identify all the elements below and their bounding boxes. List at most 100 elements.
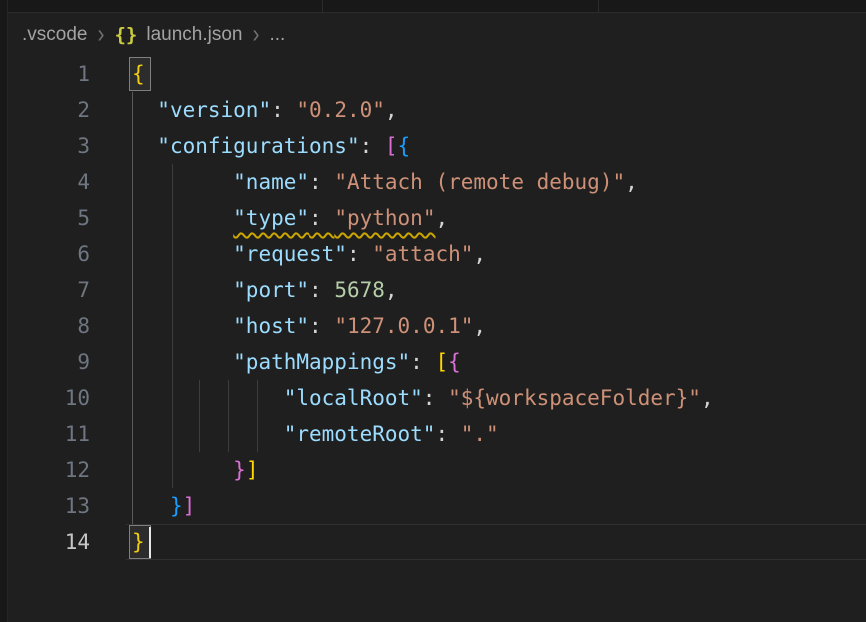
line-number[interactable]: 11 — [8, 416, 90, 452]
token — [132, 314, 233, 338]
code-line[interactable]: 8 "host": "127.0.0.1", — [0, 308, 866, 344]
code-line[interactable]: 10 "localRoot": "${workspaceFolder}", — [0, 380, 866, 416]
token: "Attach (remote debug)" — [334, 170, 625, 194]
token-warning-underlined: "type" — [233, 206, 309, 230]
token: , — [385, 278, 398, 302]
line-number[interactable]: 2 — [8, 92, 90, 128]
token — [132, 206, 233, 230]
tab-stub[interactable] — [323, 0, 599, 12]
code-line[interactable]: 2 "version": "0.2.0", — [0, 92, 866, 128]
token: : — [410, 350, 435, 374]
code-line-content[interactable]: "pathMappings": [{ — [90, 344, 461, 380]
token — [132, 98, 157, 122]
tab-stub[interactable] — [599, 0, 866, 12]
token — [132, 170, 233, 194]
token: { — [448, 350, 461, 374]
json-file-icon: {} — [114, 24, 137, 46]
token — [132, 494, 170, 518]
token — [132, 278, 233, 302]
token: "name" — [233, 170, 309, 194]
token-warning-underlined: : — [309, 206, 334, 230]
code-line[interactable]: 4 "name": "Attach (remote debug)", — [0, 164, 866, 200]
token: ] — [183, 494, 196, 518]
code-line-content[interactable]: }] — [90, 452, 258, 488]
code-line-content[interactable]: }] — [90, 488, 195, 524]
token: , — [625, 170, 638, 194]
line-number[interactable]: 6 — [8, 236, 90, 272]
indent-guide — [172, 164, 173, 488]
token: "configurations" — [157, 134, 359, 158]
token — [132, 422, 284, 446]
code-line[interactable]: 3 "configurations": [{ — [0, 128, 866, 164]
line-number[interactable]: 5 — [8, 200, 90, 236]
line-number[interactable]: 7 — [8, 272, 90, 308]
token: 5678 — [334, 278, 385, 302]
current-line-highlight — [126, 524, 866, 560]
token: : — [309, 278, 334, 302]
text-cursor — [149, 527, 151, 558]
token: "version" — [157, 98, 271, 122]
breadcrumb-item-vscode[interactable]: .vscode — [22, 24, 87, 46]
code-line-content[interactable]: "port": 5678, — [90, 272, 398, 308]
token: "localRoot" — [284, 386, 423, 410]
code-line[interactable]: 13 }] — [0, 488, 866, 524]
token: : — [347, 242, 372, 266]
line-number[interactable]: 3 — [8, 128, 90, 164]
line-number[interactable]: 12 — [8, 452, 90, 488]
code-editor[interactable]: 1 { 2 "version": "0.2.0", 3 "configurati… — [0, 56, 866, 560]
code-line[interactable]: 6 "request": "attach", — [0, 236, 866, 272]
token: "host" — [233, 314, 309, 338]
code-line[interactable]: 9 "pathMappings": [{ — [0, 344, 866, 380]
token: "${workspaceFolder}" — [448, 386, 701, 410]
code-line[interactable]: 7 "port": 5678, — [0, 272, 866, 308]
sidebar-edge — [0, 0, 8, 622]
token — [132, 242, 233, 266]
token: "remoteRoot" — [284, 422, 436, 446]
token: : — [271, 98, 296, 122]
token: , — [385, 98, 398, 122]
token: { — [398, 134, 411, 158]
token: : — [360, 134, 385, 158]
token: "0.2.0" — [296, 98, 385, 122]
chevron-right-icon: › — [252, 20, 261, 50]
vscode-window: .vscode › {} launch.json › ... 1 { 2 "ve… — [0, 0, 866, 622]
token: : — [435, 422, 460, 446]
breadcrumb-item-filename[interactable]: launch.json — [146, 24, 242, 46]
token — [132, 350, 233, 374]
code-line-content[interactable]: "request": "attach", — [90, 236, 486, 272]
indent-guide — [228, 380, 229, 452]
token: : — [309, 314, 334, 338]
line-number[interactable]: 9 — [8, 344, 90, 380]
line-number[interactable]: 10 — [8, 380, 90, 416]
code-line[interactable]: 12 }] — [0, 452, 866, 488]
token: "127.0.0.1" — [334, 314, 473, 338]
code-line-content[interactable]: "version": "0.2.0", — [90, 92, 398, 128]
breadcrumb-item-symbol-ellipsis[interactable]: ... — [270, 24, 286, 46]
line-number[interactable]: 8 — [8, 308, 90, 344]
line-number[interactable]: 4 — [8, 164, 90, 200]
indent-guide — [257, 380, 258, 452]
code-line-content[interactable]: "localRoot": "${workspaceFolder}", — [90, 380, 714, 416]
token: , — [701, 386, 714, 410]
token — [132, 386, 284, 410]
token — [132, 134, 157, 158]
code-line[interactable]: 11 "remoteRoot": "." — [0, 416, 866, 452]
line-number[interactable]: 13 — [8, 488, 90, 524]
token-warning-underlined: "python" — [334, 206, 435, 230]
token: "." — [461, 422, 499, 446]
indent-guide — [132, 92, 133, 524]
token: "request" — [233, 242, 347, 266]
token: "attach" — [372, 242, 473, 266]
code-line-content[interactable]: "configurations": [{ — [90, 128, 410, 164]
line-number[interactable]: 1 — [8, 56, 90, 92]
code-line-content[interactable]: "host": "127.0.0.1", — [90, 308, 486, 344]
code-line-content[interactable]: "remoteRoot": "." — [90, 416, 499, 452]
token: } — [233, 458, 246, 482]
line-number[interactable]: 14 — [8, 524, 90, 560]
tab-bar — [0, 0, 866, 13]
tab-stub[interactable] — [0, 0, 323, 12]
token: "port" — [233, 278, 309, 302]
token: , — [473, 314, 486, 338]
code-line-content[interactable]: "type": "python", — [90, 200, 448, 236]
code-line[interactable]: 5 "type": "python", — [0, 200, 866, 236]
